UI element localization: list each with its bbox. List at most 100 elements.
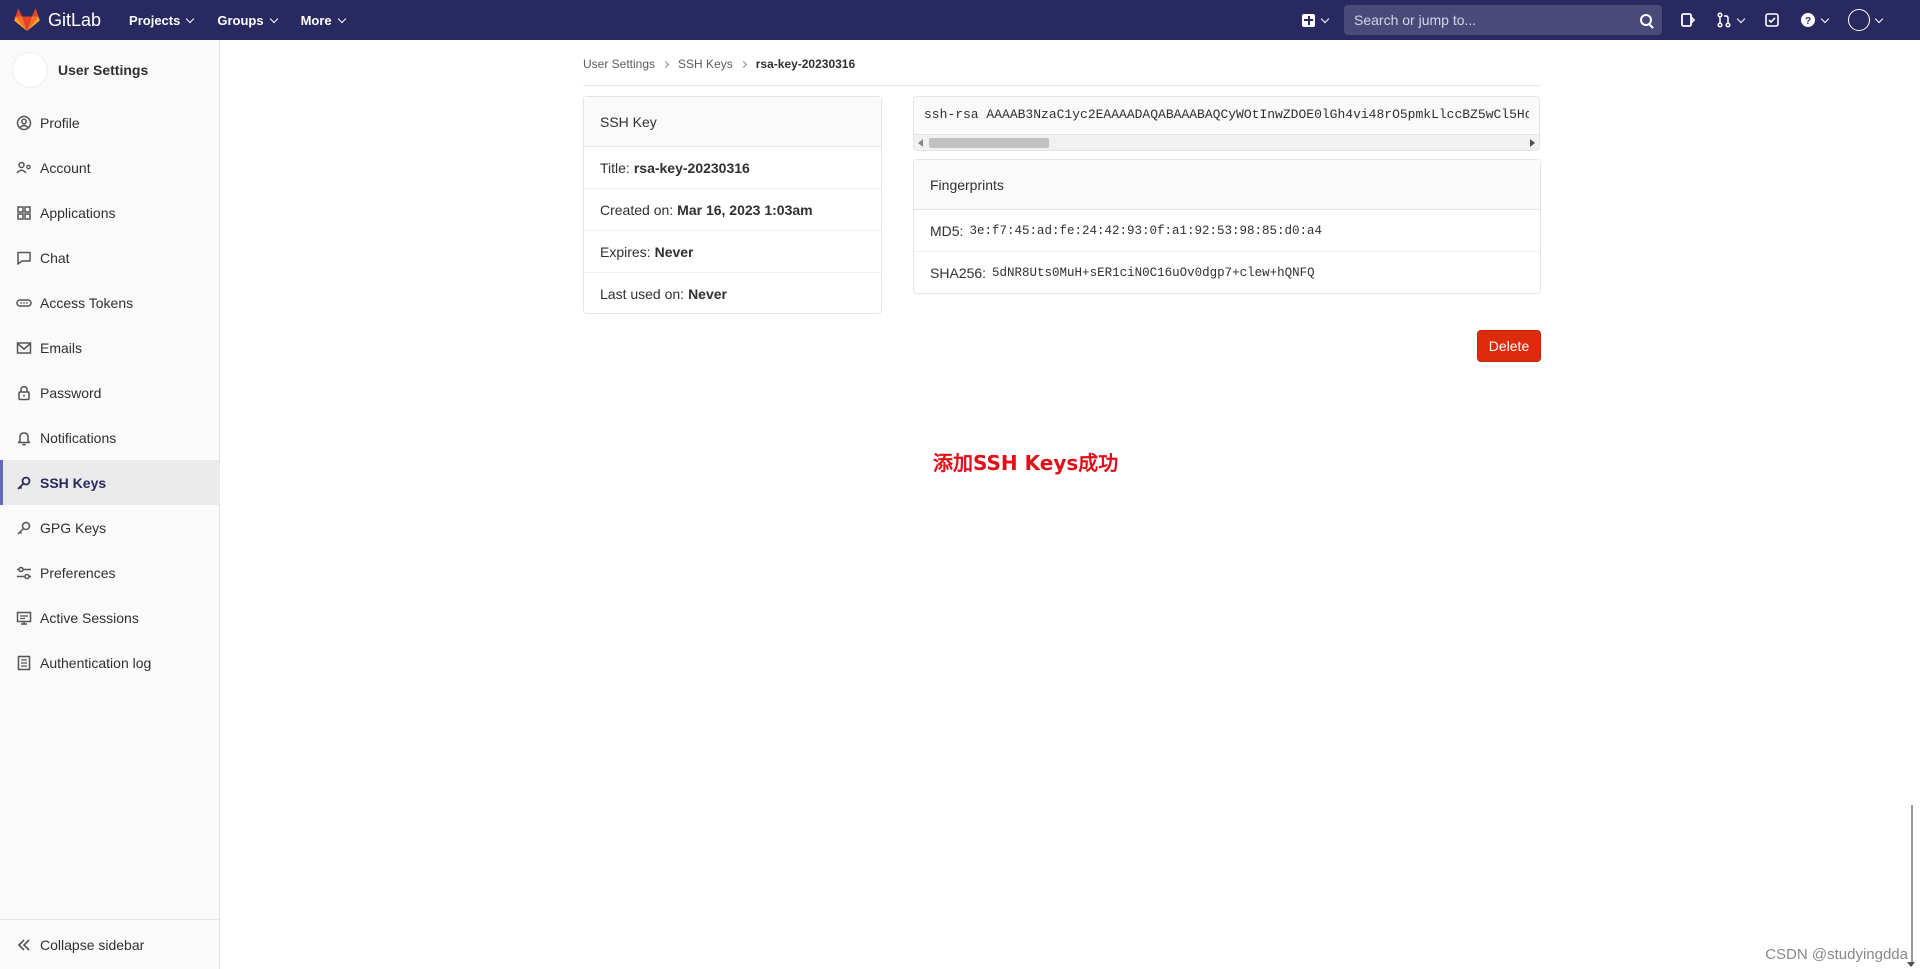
mail-icon — [16, 341, 32, 354]
issues-button[interactable] — [1680, 12, 1696, 28]
key-last-used-row: Last used on: Never — [600, 286, 727, 302]
md5-row: MD5: 3e:f7:45:ad:fe:24:42:93:0f:a1:92:53:… — [914, 210, 1540, 252]
breadcrumb-divider — [583, 85, 1541, 86]
token-icon — [16, 298, 32, 307]
log-icon — [17, 655, 31, 670]
nav-projects[interactable]: Projects — [129, 13, 195, 28]
sidebar-item-password[interactable]: Password — [0, 370, 219, 415]
ssh-key-card: SSH Key Title: rsa-key-20230316 Created o… — [583, 96, 882, 314]
breadcrumb-user-settings[interactable]: User Settings — [583, 57, 655, 71]
sidebar-item-chat[interactable]: Chat — [0, 235, 219, 280]
sidebar-item-label: Chat — [40, 249, 70, 266]
merge-request-icon — [1717, 12, 1731, 28]
key-created-row: Created on: Mar 16, 2023 1:03am — [584, 189, 881, 231]
scroll-right-icon[interactable] — [1530, 139, 1535, 147]
svg-text:?: ? — [1805, 16, 1811, 27]
sidebar-item-label: Preferences — [40, 564, 116, 581]
sidebar-item-label: Emails — [40, 339, 83, 356]
chevron-down-icon — [1820, 14, 1830, 23]
card-header: SSH Key — [584, 97, 881, 147]
chevron-right-icon — [661, 60, 670, 68]
sidebar-item-ssh-keys[interactable]: SSH Keys — [0, 460, 219, 505]
chevron-down-icon — [1736, 14, 1746, 23]
delete-button[interactable]: Delete — [1477, 330, 1541, 362]
chevron-down-icon — [337, 14, 346, 23]
sidebar-item-account[interactable]: Account — [0, 145, 219, 190]
search-box[interactable] — [1344, 5, 1662, 35]
breadcrumb: User Settings SSH Keys rsa-key-20230316 — [583, 57, 855, 71]
sidebar-item-active-sessions[interactable]: Active Sessions — [0, 595, 219, 640]
sidebar-header[interactable]: User Settings — [0, 40, 219, 100]
bell-icon — [17, 431, 31, 445]
sidebar-item-label: Account — [40, 159, 91, 176]
sidebar-item-applications[interactable]: Applications — [0, 190, 219, 235]
sidebar-item-preferences[interactable]: Preferences — [0, 550, 219, 595]
sidebar-item-label: SSH Keys — [40, 474, 107, 491]
lock-icon — [18, 385, 30, 400]
nav-more[interactable]: More — [301, 13, 346, 28]
sidebar: User Settings Profile Account Applicatio… — [0, 40, 220, 969]
sidebar-item-label: Authentication log — [40, 654, 152, 671]
watermark: CSDN @studyingdda — [1765, 946, 1908, 963]
sha256-value: 5dNR8Uts0MuH+sER1ciN0C16uOv0dgp7+clew+hQ… — [992, 266, 1315, 280]
avatar — [12, 52, 48, 88]
issues-icon — [1681, 13, 1696, 27]
ssh-key-text-box[interactable]: ssh-rsa AAAAB3NzaC1yc2EAAAADAQABAAABAQCy… — [913, 96, 1540, 151]
card-header: Fingerprints — [914, 160, 1540, 210]
search-icon — [1640, 14, 1652, 26]
key-expires-row: Expires: Never — [584, 231, 881, 273]
chevron-down-icon — [1874, 14, 1884, 23]
sidebar-item-label: Notifications — [40, 429, 117, 446]
horizontal-scrollbar[interactable] — [914, 134, 1539, 150]
sidebar-item-emails[interactable]: Emails — [0, 325, 219, 370]
sidebar-item-label: GPG Keys — [40, 519, 107, 536]
sidebar-item-profile[interactable]: Profile — [0, 100, 219, 145]
scroll-down-icon[interactable] — [1907, 962, 1915, 967]
breadcrumb-current[interactable]: rsa-key-20230316 — [756, 57, 855, 71]
collapse-sidebar-button[interactable]: Collapse sidebar — [0, 919, 219, 969]
preferences-icon — [17, 566, 31, 579]
applications-icon — [17, 205, 31, 220]
sidebar-item-label: Password — [40, 384, 102, 401]
nav-groups[interactable]: Groups — [217, 13, 278, 28]
key-expires-value: Never — [654, 243, 694, 260]
sidebar-item-label: Applications — [40, 204, 116, 221]
chevron-right-icon — [739, 60, 747, 68]
scrollbar-thumb[interactable] — [929, 138, 1049, 148]
profile-icon — [16, 115, 32, 130]
sidebar-item-access-tokens[interactable]: Access Tokens — [0, 280, 219, 325]
search-input[interactable] — [1354, 12, 1640, 28]
merge-requests-button[interactable] — [1716, 12, 1746, 28]
key-icon — [17, 521, 31, 535]
chevron-down-icon — [1320, 14, 1330, 23]
chat-icon — [17, 251, 31, 265]
todo-icon — [1765, 13, 1779, 27]
account-icon — [16, 161, 31, 174]
sidebar-item-label: Access Tokens — [40, 294, 134, 311]
plus-square-icon — [1302, 13, 1315, 27]
gitlab-fox-icon — [14, 8, 40, 31]
sidebar-item-authentication-log[interactable]: Authentication log — [0, 640, 219, 685]
new-dropdown-button[interactable] — [1302, 13, 1330, 27]
sidebar-title: User Settings — [58, 62, 149, 78]
double-chevron-left-icon — [17, 938, 30, 951]
sidebar-item-notifications[interactable]: Notifications — [0, 415, 219, 460]
gitlab-logo[interactable]: GitLab — [14, 8, 101, 32]
fingerprints-card: Fingerprints MD5: 3e:f7:45:ad:fe:24:42:93… — [913, 159, 1541, 294]
scrollbar-thumb[interactable] — [1911, 805, 1913, 965]
page-scrollbar[interactable] — [1903, 40, 1920, 969]
md5-value: 3e:f7:45:ad:fe:24:42:93:0f:a1:92:53:98:8… — [969, 223, 1323, 238]
sidebar-item-label: Active Sessions — [40, 609, 139, 626]
todos-button[interactable] — [1764, 12, 1780, 28]
breadcrumb-ssh-keys[interactable]: SSH Keys — [678, 57, 733, 71]
top-navbar: GitLab Projects Groups More ? — [0, 0, 1920, 40]
sidebar-item-label: Profile — [40, 114, 80, 131]
key-icon — [17, 476, 31, 490]
brand-name: GitLab — [48, 9, 102, 30]
key-last-used-value: Never — [688, 286, 727, 302]
sidebar-item-gpg-keys[interactable]: GPG Keys — [0, 505, 219, 550]
scroll-left-icon[interactable] — [918, 139, 923, 147]
chevron-down-icon — [269, 14, 278, 23]
user-menu-button[interactable] — [1848, 9, 1884, 31]
help-button[interactable]: ? — [1800, 12, 1830, 28]
